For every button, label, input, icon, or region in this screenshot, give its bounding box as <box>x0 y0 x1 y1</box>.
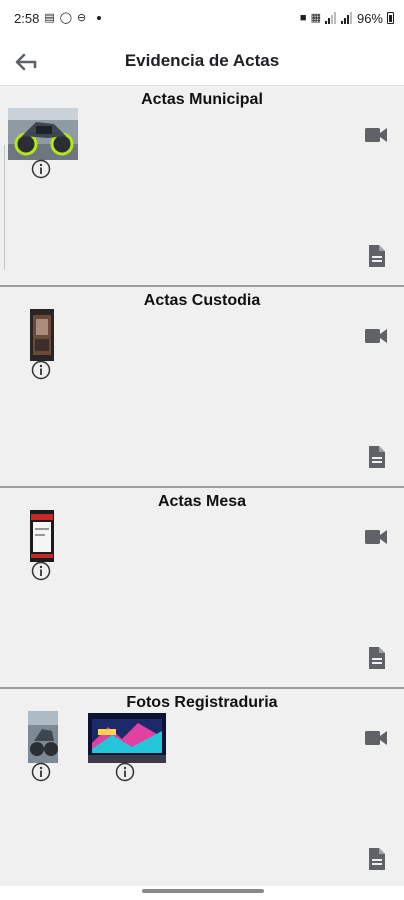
videocam-icon[interactable] <box>364 126 388 144</box>
description-icon[interactable] <box>366 244 388 268</box>
status-bar: 2:58 ▤ ◯ ⊖ ■ ▦ 96% <box>0 0 404 36</box>
page-title: Evidencia de Actas <box>124 50 280 70</box>
description-icon[interactable] <box>366 646 388 670</box>
info-outline-icon[interactable] <box>31 762 51 782</box>
volte-icon: ▦ <box>310 11 321 24</box>
signal-icon <box>324 12 352 24</box>
videocam-icon[interactable] <box>364 729 388 747</box>
info-outline-icon[interactable] <box>31 360 51 380</box>
section-title: Actas Custodia <box>143 292 261 309</box>
section-actas-custodia: Actas Custodia <box>0 287 404 488</box>
whatsapp-icon: ◯ <box>59 11 73 24</box>
arrow-back-icon[interactable] <box>12 48 40 76</box>
info-outline-icon[interactable] <box>31 561 51 581</box>
scroll-edge-indicator <box>0 145 5 270</box>
alarm-icon: ■ <box>299 11 307 24</box>
evidence-list: Actas Municipal Actas Custodia Actas Mes… <box>0 86 404 886</box>
section-title: Actas Mesa <box>157 493 247 510</box>
gesture-nav-bar <box>0 886 404 900</box>
photo-thumbnail[interactable] <box>30 510 54 562</box>
photo-thumbnail[interactable] <box>30 309 54 361</box>
app-bar: Evidencia de Actas <box>0 36 404 86</box>
battery-icon <box>387 12 394 24</box>
description-icon[interactable] <box>366 445 388 469</box>
photo-thumbnail[interactable] <box>88 713 166 763</box>
home-gesture-pill[interactable] <box>142 889 264 893</box>
battery-percent: 96% <box>356 10 383 26</box>
section-fotos-registraduria: Fotos Registraduria <box>0 689 404 890</box>
photo-thumbnail[interactable] <box>28 711 58 763</box>
info-outline-icon[interactable] <box>115 762 135 782</box>
notification-dot-icon <box>97 16 102 20</box>
info-outline-icon[interactable] <box>31 159 51 179</box>
section-title: Actas Municipal <box>141 91 263 108</box>
description-icon[interactable] <box>366 847 388 871</box>
do-not-disturb-icon: ⊖ <box>77 11 87 24</box>
section-actas-mesa: Actas Mesa <box>0 488 404 689</box>
videocam-icon[interactable] <box>364 528 388 546</box>
videocam-icon[interactable] <box>364 327 388 345</box>
message-icon: ▤ <box>44 11 55 24</box>
section-actas-municipal: Actas Municipal <box>0 86 404 287</box>
status-time: 2:58 <box>14 10 40 26</box>
section-title: Fotos Registraduria <box>126 694 278 711</box>
photo-thumbnail[interactable] <box>8 108 78 160</box>
